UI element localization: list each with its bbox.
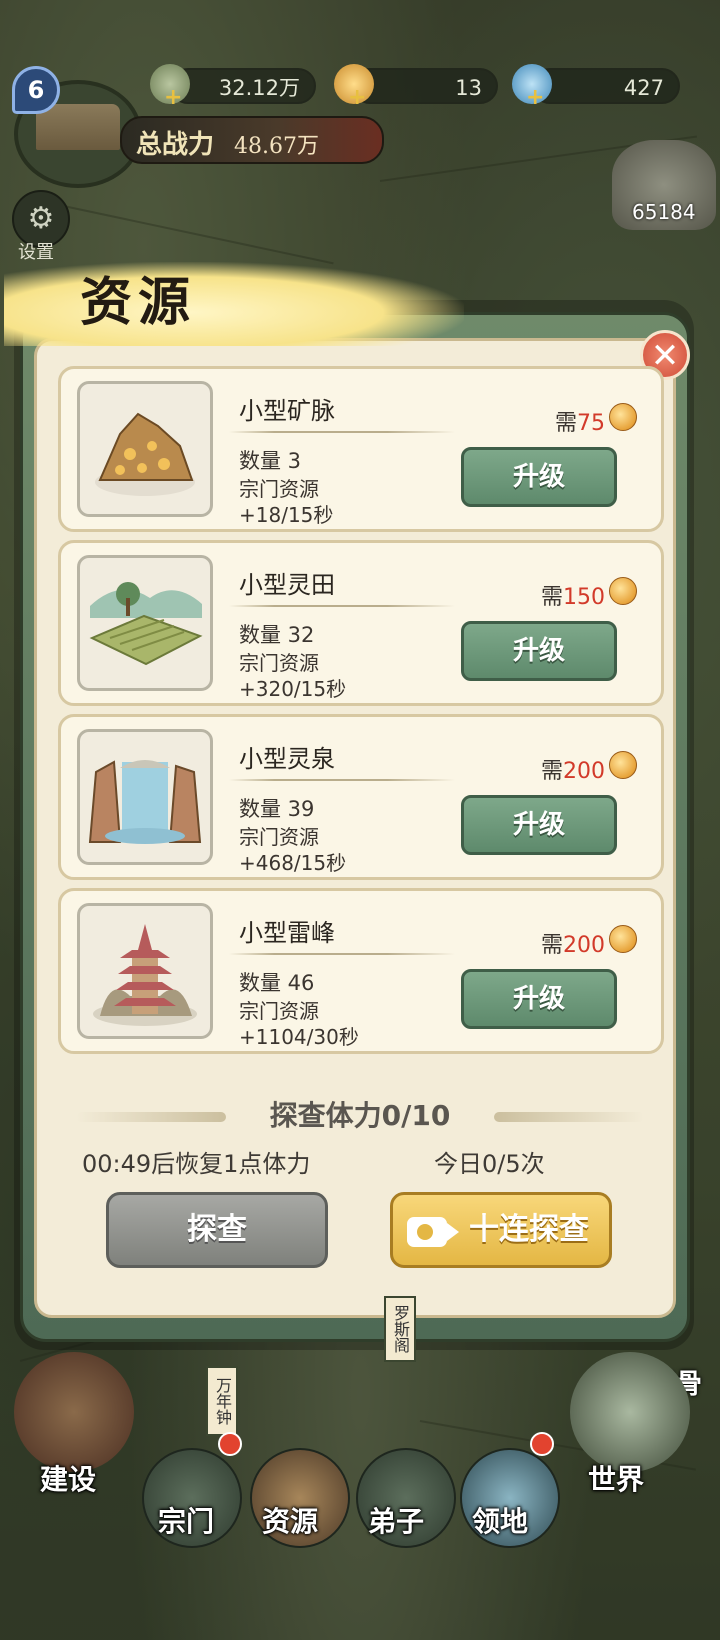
resource-quantity: 数量 46 xyxy=(239,971,315,995)
total-power-bar: 总战力 48.67万 xyxy=(120,116,384,164)
notification-dot xyxy=(530,1432,554,1456)
resource-name: 小型雷峰 xyxy=(239,919,335,947)
settings-label: 设置 xyxy=(18,242,54,263)
cost-value: 200 xyxy=(563,759,605,784)
resource-rate: +320/15秒 xyxy=(239,677,347,701)
upgrade-cost: 需200 xyxy=(540,759,605,784)
gold-ingot-icon xyxy=(609,751,637,779)
divider xyxy=(229,779,455,781)
resource-name: 小型灵田 xyxy=(239,571,335,599)
gold-ingot-icon xyxy=(609,403,637,431)
resource-rate: +1104/30秒 xyxy=(239,1025,359,1049)
divider xyxy=(229,953,455,955)
gear-icon: ⚙ xyxy=(27,201,55,236)
upgrade-button[interactable]: 升级 xyxy=(461,795,617,855)
upgrade-cost: 需150 xyxy=(540,585,605,610)
title-cloud-decoration xyxy=(4,262,464,346)
resource-type: 宗门资源 xyxy=(239,999,319,1023)
crystal-counter: 427 xyxy=(532,68,680,104)
ten-explore-button[interactable]: 十连探查 xyxy=(390,1192,612,1268)
upgrade-button[interactable]: 升级 xyxy=(461,447,617,507)
power-label: 总战力 xyxy=(136,130,215,160)
resource-quantity: 数量 3 xyxy=(239,449,302,473)
resource-rate: +18/15秒 xyxy=(239,503,334,527)
resource-card-field: 小型灵田 数量 32 宗门资源 +320/15秒 需150 升级 xyxy=(58,540,664,706)
resource-name: 小型灵泉 xyxy=(239,745,335,773)
resource-type: 宗门资源 xyxy=(239,651,319,675)
top-hud: 6 总战力 48.67万 32.12万 + 13 + 427 + xyxy=(0,0,720,188)
upgrade-cost: 需200 xyxy=(540,933,605,958)
resource-type: 宗门资源 xyxy=(239,477,319,501)
nav-label-world: 世界 xyxy=(588,1463,645,1496)
cost-value: 150 xyxy=(563,585,605,610)
cost-value: 200 xyxy=(563,933,605,958)
resource-quantity: 数量 32 xyxy=(239,623,315,647)
world-button[interactable] xyxy=(570,1352,690,1472)
explore-button[interactable]: 探查 xyxy=(106,1192,328,1268)
divider xyxy=(229,431,455,433)
notification-dot xyxy=(218,1432,242,1456)
spring-image xyxy=(77,729,213,865)
resource-card-spring: 小型灵泉 数量 39 宗门资源 +468/15秒 需200 升级 xyxy=(58,714,664,880)
upgrade-button[interactable]: 升级 xyxy=(461,969,617,1029)
gold-ingot-icon xyxy=(609,577,637,605)
dialog-title: 资源 xyxy=(80,272,197,333)
nav-label-sect: 宗门 xyxy=(158,1505,215,1538)
map-location-tag[interactable]: 万年钟 xyxy=(206,1366,238,1436)
crystal-icon[interactable]: + xyxy=(512,64,552,110)
mine-image xyxy=(77,381,213,517)
nav-label-disciples: 弟子 xyxy=(368,1505,425,1538)
nav-label-resources: 资源 xyxy=(262,1505,319,1538)
resource-card-pagoda: 小型雷峰 数量 46 宗门资源 +1104/30秒 需200 升级 xyxy=(58,888,664,1054)
gold-ingot-icon[interactable]: + xyxy=(334,64,374,110)
cost-value: 75 xyxy=(577,411,605,436)
stamina-title: 探查体力0/10 xyxy=(269,1099,451,1132)
level-badge: 6 xyxy=(12,66,60,114)
ten-explore-label: 十连探查 xyxy=(469,1212,589,1247)
upgrade-button[interactable]: 升级 xyxy=(461,621,617,681)
resource-name: 小型矿脉 xyxy=(239,397,335,425)
spirit-stone-icon[interactable]: + xyxy=(150,64,190,110)
power-value: 48.67万 xyxy=(234,134,319,159)
field-image xyxy=(77,555,213,691)
upgrade-cost: 需75 xyxy=(554,411,605,436)
resource-quantity: 数量 39 xyxy=(239,797,315,821)
nav-label-territory: 领地 xyxy=(472,1505,529,1538)
daily-count: 今日0/5次 xyxy=(434,1150,545,1178)
gold-ingot-icon xyxy=(609,925,637,953)
build-button[interactable] xyxy=(14,1352,134,1472)
resource-rate: +468/15秒 xyxy=(239,851,347,875)
stamina-recover-timer: 00:49后恢复1点体力 xyxy=(82,1150,311,1178)
treasure-bag-value: 65184 xyxy=(632,200,696,224)
resource-type: 宗门资源 xyxy=(239,825,319,849)
divider xyxy=(229,605,455,607)
map-location-tag[interactable]: 罗斯阁 xyxy=(384,1296,416,1362)
nav-label-build: 建设 xyxy=(40,1463,97,1496)
pagoda-image xyxy=(77,903,213,1039)
resource-card-mine: 小型矿脉 数量 3 宗门资源 +18/15秒 需75 升级 xyxy=(58,366,664,532)
video-ad-icon xyxy=(407,1217,459,1247)
spirit-stone-counter: 32.12万 xyxy=(170,68,316,104)
